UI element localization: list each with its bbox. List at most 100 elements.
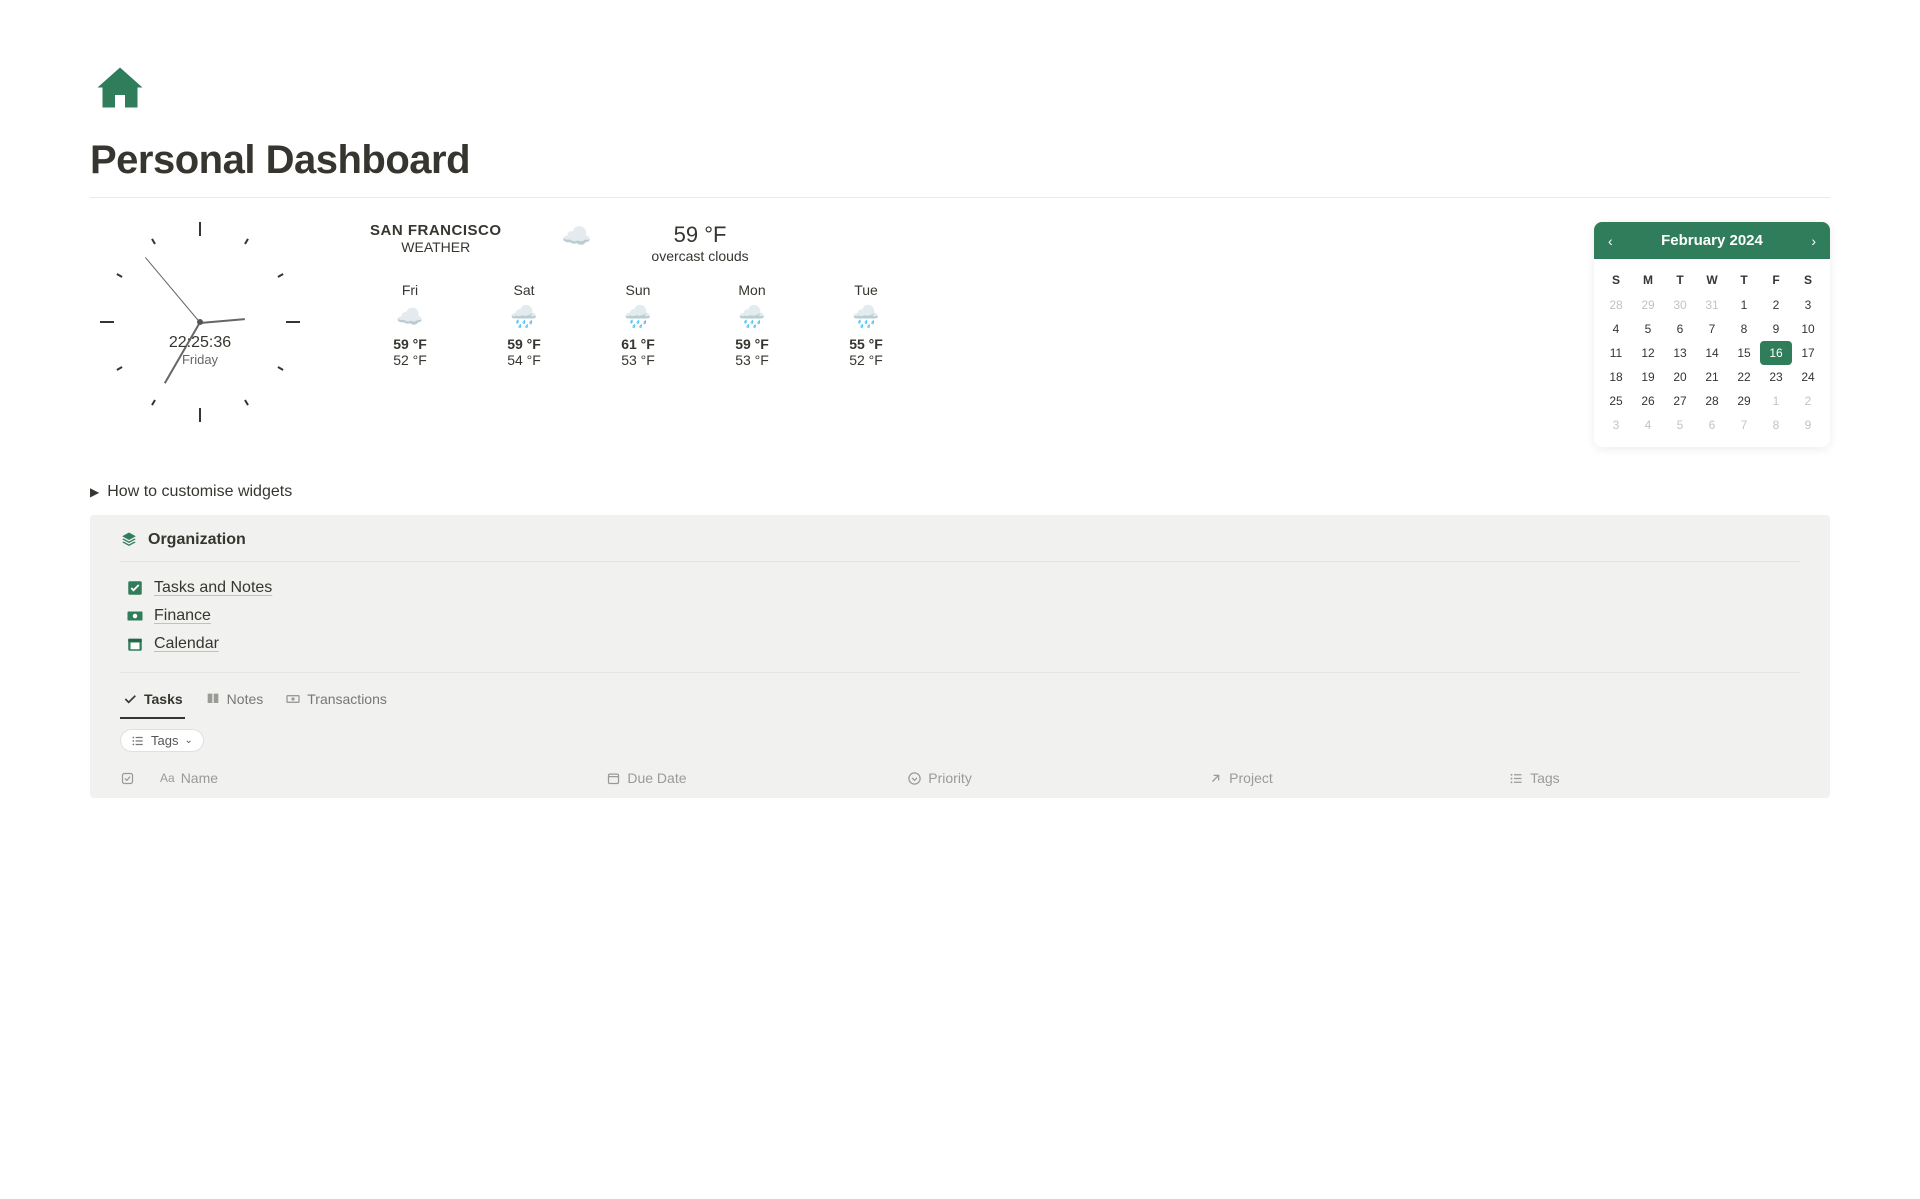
caret-right-icon: ▶ bbox=[90, 485, 99, 499]
second-hand bbox=[145, 257, 200, 323]
calendar-day[interactable]: 6 bbox=[1696, 413, 1728, 437]
page-title: Personal Dashboard bbox=[90, 138, 1830, 183]
calendar-day[interactable]: 17 bbox=[1792, 341, 1824, 365]
customize-widgets-toggle[interactable]: ▶ How to customise widgets bbox=[90, 483, 1830, 501]
checkbox-icon bbox=[120, 771, 135, 786]
list-icon bbox=[1509, 771, 1524, 786]
calendar-day[interactable]: 9 bbox=[1760, 317, 1792, 341]
hour-hand bbox=[200, 318, 245, 324]
rain-cloud-icon: 🌧️ bbox=[598, 304, 678, 330]
calendar-day[interactable]: 2 bbox=[1760, 293, 1792, 317]
cloud-icon: ☁️ bbox=[370, 304, 450, 330]
link-tasks-and-notes[interactable]: Tasks and Notes bbox=[126, 574, 1794, 602]
calendar-day[interactable]: 4 bbox=[1600, 317, 1632, 341]
calendar-icon bbox=[126, 635, 144, 653]
calendar-day[interactable]: 28 bbox=[1696, 389, 1728, 413]
calendar-day[interactable]: 5 bbox=[1632, 317, 1664, 341]
calendar-day[interactable]: 25 bbox=[1600, 389, 1632, 413]
forecast-row: Fri ☁️ 59 °F 52 °F Sat 🌧️ 59 °F 54 °F Su… bbox=[370, 282, 1534, 368]
link-finance[interactable]: Finance bbox=[126, 602, 1794, 630]
calendar-day[interactable]: 14 bbox=[1696, 341, 1728, 365]
column-due-date[interactable]: Due Date bbox=[606, 770, 897, 786]
list-icon bbox=[131, 734, 145, 748]
rain-cloud-icon: 🌧️ bbox=[826, 304, 906, 330]
column-name[interactable]: Aa Name bbox=[160, 770, 596, 786]
calendar-day[interactable]: 30 bbox=[1664, 293, 1696, 317]
weather-label: WEATHER bbox=[370, 239, 502, 255]
calendar-day-today[interactable]: 16 bbox=[1760, 341, 1792, 365]
calendar-day[interactable]: 4 bbox=[1632, 413, 1664, 437]
text-icon: Aa bbox=[160, 771, 175, 785]
forecast-day: Mon 🌧️ 59 °F 53 °F bbox=[712, 282, 792, 368]
column-checkbox[interactable] bbox=[120, 770, 150, 786]
widgets-row: 22:25:36 Friday SAN FRANCISCO WEATHER ☁️… bbox=[90, 222, 1830, 447]
calendar-day[interactable]: 19 bbox=[1632, 365, 1664, 389]
calendar-day[interactable]: 28 bbox=[1600, 293, 1632, 317]
calendar-day[interactable]: 3 bbox=[1792, 293, 1824, 317]
analog-clock: 22:25:36 Friday bbox=[100, 222, 300, 422]
link-calendar[interactable]: Calendar bbox=[126, 630, 1794, 658]
clock-day: Friday bbox=[169, 352, 231, 367]
calendar-day[interactable]: 12 bbox=[1632, 341, 1664, 365]
tab-notes[interactable]: Notes bbox=[203, 685, 266, 719]
forecast-day: Tue 🌧️ 55 °F 52 °F bbox=[826, 282, 906, 368]
calendar-day[interactable]: 21 bbox=[1696, 365, 1728, 389]
calendar-icon bbox=[606, 771, 621, 786]
view-tabs: Tasks Notes Transactions bbox=[120, 673, 1800, 719]
calendar-day[interactable]: 23 bbox=[1760, 365, 1792, 389]
weather-now-desc: overcast clouds bbox=[651, 248, 748, 264]
table-header-row: Aa Name Due Date Priority Project Tags bbox=[120, 762, 1800, 798]
calendar-day[interactable]: 3 bbox=[1600, 413, 1632, 437]
calendar-day[interactable]: 26 bbox=[1632, 389, 1664, 413]
calendar-day[interactable]: 1 bbox=[1728, 293, 1760, 317]
calendar-day[interactable]: 9 bbox=[1792, 413, 1824, 437]
organization-title: Organization bbox=[148, 531, 246, 549]
calendar-day[interactable]: 11 bbox=[1600, 341, 1632, 365]
tab-transactions[interactable]: Transactions bbox=[283, 685, 389, 719]
calendar-day[interactable]: 24 bbox=[1792, 365, 1824, 389]
calendar-grid: S M T W T F S 28 29 30 31 1 2 3 4 5 6 7 … bbox=[1594, 259, 1830, 447]
chevron-down-icon bbox=[907, 771, 922, 786]
organization-block: Organization Tasks and Notes Finance Cal… bbox=[90, 515, 1830, 798]
calendar-day[interactable]: 22 bbox=[1728, 365, 1760, 389]
calendar-widget: ‹ February 2024 › S M T W T F S 28 29 30… bbox=[1594, 222, 1830, 447]
calendar-day[interactable]: 8 bbox=[1728, 317, 1760, 341]
layers-icon bbox=[120, 531, 138, 549]
calendar-day[interactable]: 5 bbox=[1664, 413, 1696, 437]
calendar-day[interactable]: 15 bbox=[1728, 341, 1760, 365]
rain-cloud-icon: 🌧️ bbox=[712, 304, 792, 330]
calendar-day[interactable]: 20 bbox=[1664, 365, 1696, 389]
calendar-prev-button[interactable]: ‹ bbox=[1608, 233, 1613, 249]
chevron-down-icon: ⌄ bbox=[184, 735, 192, 746]
calendar-day[interactable]: 10 bbox=[1792, 317, 1824, 341]
calendar-day[interactable]: 29 bbox=[1632, 293, 1664, 317]
calendar-day[interactable]: 8 bbox=[1760, 413, 1792, 437]
calendar-next-button[interactable]: › bbox=[1811, 233, 1816, 249]
forecast-day: Fri ☁️ 59 °F 52 °F bbox=[370, 282, 450, 368]
calendar-day[interactable]: 7 bbox=[1728, 413, 1760, 437]
weather-city: SAN FRANCISCO bbox=[370, 222, 502, 239]
weather-now-temp: 59 °F bbox=[651, 222, 748, 248]
tags-filter-chip[interactable]: Tags ⌄ bbox=[120, 729, 204, 752]
calendar-day[interactable]: 13 bbox=[1664, 341, 1696, 365]
check-icon bbox=[122, 691, 138, 707]
money-icon bbox=[126, 607, 144, 625]
calendar-day[interactable]: 27 bbox=[1664, 389, 1696, 413]
calendar-day[interactable]: 2 bbox=[1792, 389, 1824, 413]
column-tags[interactable]: Tags bbox=[1509, 770, 1800, 786]
calendar-day[interactable]: 31 bbox=[1696, 293, 1728, 317]
calendar-day[interactable]: 7 bbox=[1696, 317, 1728, 341]
calendar-day[interactable]: 29 bbox=[1728, 389, 1760, 413]
checkbox-icon bbox=[126, 579, 144, 597]
home-icon bbox=[90, 60, 150, 120]
rain-cloud-icon: 🌧️ bbox=[484, 304, 564, 330]
column-priority[interactable]: Priority bbox=[907, 770, 1198, 786]
calendar-day[interactable]: 6 bbox=[1664, 317, 1696, 341]
column-project[interactable]: Project bbox=[1208, 770, 1499, 786]
tab-tasks[interactable]: Tasks bbox=[120, 685, 185, 719]
clock-time: 22:25:36 bbox=[169, 334, 231, 352]
cloud-icon: ☁️ bbox=[562, 222, 592, 251]
calendar-day[interactable]: 18 bbox=[1600, 365, 1632, 389]
page-icon[interactable] bbox=[90, 60, 1830, 120]
calendar-day[interactable]: 1 bbox=[1760, 389, 1792, 413]
